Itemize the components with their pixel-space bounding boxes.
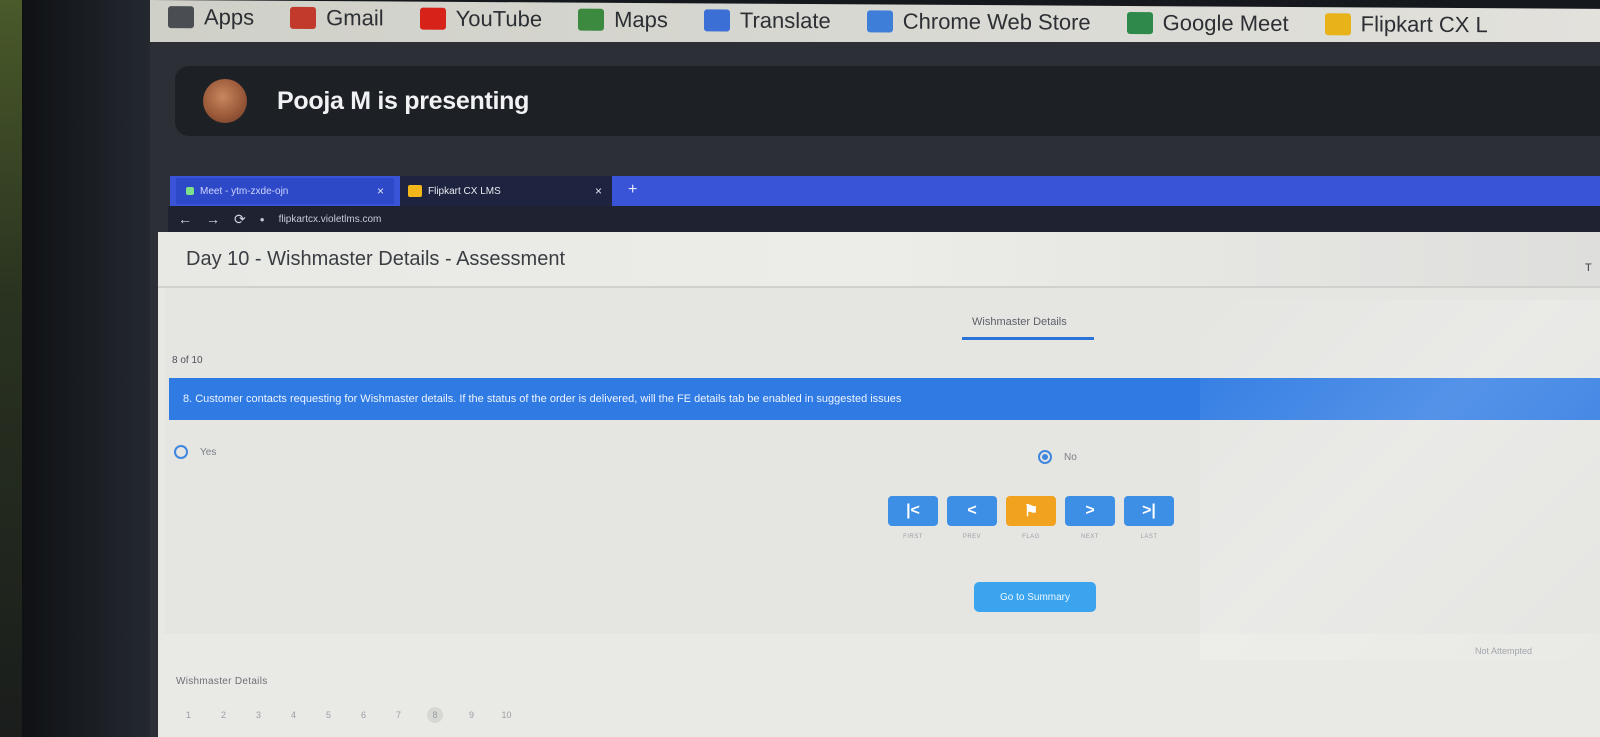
question-number-1[interactable]: 1 xyxy=(182,710,195,723)
next-button[interactable]: > xyxy=(1065,496,1115,526)
bookmark-label: Chrome Web Store xyxy=(902,8,1091,35)
shared-address-bar: ← → ⟳ ● flipkartcx.violetlms.com xyxy=(168,206,1600,232)
bookmark-youtube[interactable]: YouTube xyxy=(402,6,560,33)
question-number-8[interactable]: 8 xyxy=(427,707,443,723)
reload-icon[interactable]: ⟳ xyxy=(234,211,246,228)
question-panel xyxy=(165,288,1600,634)
monitor-bezel xyxy=(22,0,157,737)
next-label: NEXT xyxy=(1080,534,1099,540)
shared-url[interactable]: flipkartcx.violetlms.com xyxy=(279,214,382,225)
bookmark-label: Maps xyxy=(614,6,668,33)
radio-yes[interactable] xyxy=(174,445,188,459)
flipkart-tab-icon xyxy=(408,185,422,197)
bookmark-label: Translate xyxy=(739,7,831,34)
last-label: LAST xyxy=(1140,534,1158,540)
first-label: FIRST xyxy=(903,534,923,540)
chrome-web-store-icon xyxy=(866,10,893,33)
page-title: Day 10 - Wishmaster Details - Assessment xyxy=(186,248,565,270)
photo-frame: Apps Gmail YouTube Maps Translate Chrome Web … xyxy=(0,0,1600,737)
translate-icon xyxy=(703,9,730,32)
option-no[interactable]: No xyxy=(1038,450,1077,464)
prev-button[interactable]: < xyxy=(947,496,997,526)
maps-icon xyxy=(578,8,605,31)
question-number-4[interactable]: 4 xyxy=(287,710,300,723)
wall-background xyxy=(0,0,22,737)
forward-arrow-icon[interactable]: → xyxy=(206,211,220,227)
option-no-label: No xyxy=(1064,451,1077,463)
back-arrow-icon[interactable]: ← xyxy=(178,211,192,227)
option-yes[interactable]: Yes xyxy=(174,445,216,459)
question-number-10[interactable]: 10 xyxy=(500,710,513,723)
option-yes-label: Yes xyxy=(200,446,217,458)
bookmark-flipkart-cx-l[interactable]: Flipkart CX L xyxy=(1307,11,1506,38)
prev-label: PREV xyxy=(962,534,982,540)
radio-no[interactable] xyxy=(1038,450,1052,464)
gmail-icon xyxy=(290,6,317,30)
question-number-3[interactable]: 3 xyxy=(252,710,265,723)
close-icon[interactable]: × xyxy=(595,184,602,198)
bookmark-apps[interactable]: Apps xyxy=(150,4,272,31)
youtube-icon xyxy=(419,7,446,30)
first-button[interactable]: |< xyxy=(888,496,938,526)
bookmark-chrome-web-store[interactable]: Chrome Web Store xyxy=(849,8,1109,36)
bookmark-label: Apps xyxy=(204,4,255,30)
question-number-2[interactable]: 2 xyxy=(217,710,230,723)
close-icon[interactable]: × xyxy=(377,184,384,198)
question-text: 8. Customer contacts requesting for Wish… xyxy=(169,378,1600,420)
question-number-9[interactable]: 9 xyxy=(465,710,478,723)
legend-not-attempted: Not Attempted xyxy=(1475,646,1533,656)
bookmark-label: Flipkart CX L xyxy=(1360,11,1488,38)
flag-label: FLAG xyxy=(1022,534,1040,540)
bookmark-translate[interactable]: Translate xyxy=(686,7,849,34)
page-corner-text: T xyxy=(1585,262,1592,274)
presenter-banner: Pooja M is presenting xyxy=(175,66,1600,136)
bookmark-label: Google Meet xyxy=(1162,10,1289,36)
question-number-5[interactable]: 5 xyxy=(322,710,335,723)
go-to-summary-button[interactable]: Go to Summary xyxy=(974,582,1096,612)
shared-tab-flipkart-label: Flipkart CX LMS xyxy=(428,185,501,197)
apps-grid-icon xyxy=(168,6,194,29)
site-info-icon[interactable]: ● xyxy=(260,215,265,224)
flag-button[interactable]: ⚑ xyxy=(1006,496,1056,526)
shared-tab-flipkart[interactable]: Flipkart CX LMS × xyxy=(400,176,612,206)
tab-wishmaster-details[interactable]: Wishmaster Details xyxy=(972,316,1067,328)
bookmark-gmail[interactable]: Gmail xyxy=(272,5,401,32)
bookmark-label: YouTube xyxy=(455,5,543,32)
bookmark-google-meet[interactable]: Google Meet xyxy=(1109,10,1307,37)
last-button[interactable]: >| xyxy=(1124,496,1174,526)
flipkart-icon xyxy=(1324,13,1351,36)
shared-tab-meet-label: Meet - ytm-zxde-ojn xyxy=(200,185,289,197)
question-number-7[interactable]: 7 xyxy=(392,710,405,723)
shared-tab-meet[interactable]: Meet - ytm-zxde-ojn × xyxy=(176,178,394,204)
google-meet-icon xyxy=(1126,11,1153,35)
presenter-avatar xyxy=(203,79,247,123)
meet-tab-icon xyxy=(186,187,194,195)
bookmark-maps[interactable]: Maps xyxy=(560,7,686,34)
presenter-name: Pooja M is presenting xyxy=(277,86,530,115)
question-number-strip: 1 2 3 4 5 6 7 8 9 10 xyxy=(182,707,513,723)
question-number-6[interactable]: 6 xyxy=(357,710,370,723)
bookmark-label: Gmail xyxy=(326,5,384,31)
active-tab-underline xyxy=(962,337,1094,340)
new-tab-icon[interactable]: + xyxy=(628,181,637,199)
question-counter: 8 of 10 xyxy=(172,355,203,366)
footer-section-title: Wishmaster Details xyxy=(176,676,268,687)
